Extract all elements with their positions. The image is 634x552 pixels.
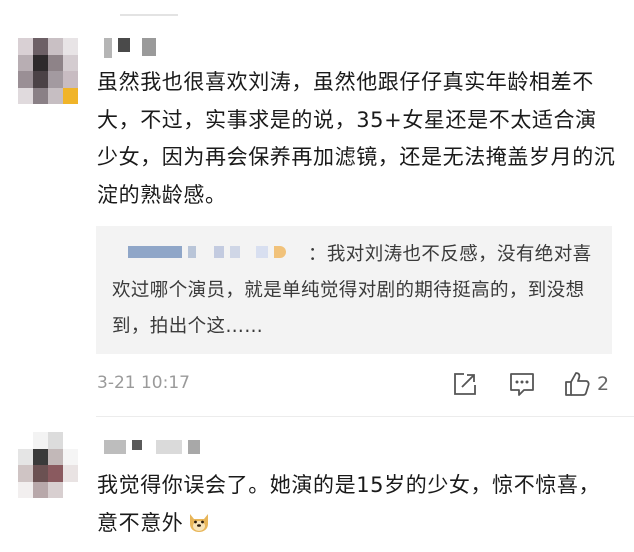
username-masked[interactable] [104,38,156,58]
timestamp: 3-21 10:17 [97,373,190,393]
comment-text: 我觉得你误会了。她演的是15岁的少女，惊不惊喜，意不意外 [97,467,617,542]
comment-text: 虽然我也很喜欢刘涛，虽然他跟仔仔真实年龄相差不大，不过，实事求是的说，35+女星… [97,70,616,207]
like-count: 2 [597,373,610,395]
comment-icon [510,373,534,396]
share-icon [454,373,476,395]
comment-text-content: 我觉得你误会了。她演的是15岁的少女，惊不惊喜，意不意外 [97,473,601,535]
username-masked[interactable] [104,440,200,454]
quoted-reply[interactable]: ：我对刘涛也不反感，没有绝对喜欢过哪个演员，就是单纯觉得对剧的期待挺高的，到没想… [96,226,612,354]
comment-divider [96,416,634,417]
doge-emoji [190,513,209,532]
like-button[interactable]: 2 [563,370,609,398]
top-divider [120,14,178,16]
share-button[interactable] [452,370,478,398]
quoted-reply-text: ：我对刘涛也不反感，没有绝对喜欢过哪个演员，就是单纯觉得对剧的期待挺高的，到没想… [112,244,592,337]
reply-button[interactable] [508,370,536,398]
avatar[interactable] [18,432,78,498]
comment-meta: 3-21 10:17 2 [97,370,617,400]
avatar[interactable] [18,38,78,104]
thumbs-up-icon [565,372,590,396]
